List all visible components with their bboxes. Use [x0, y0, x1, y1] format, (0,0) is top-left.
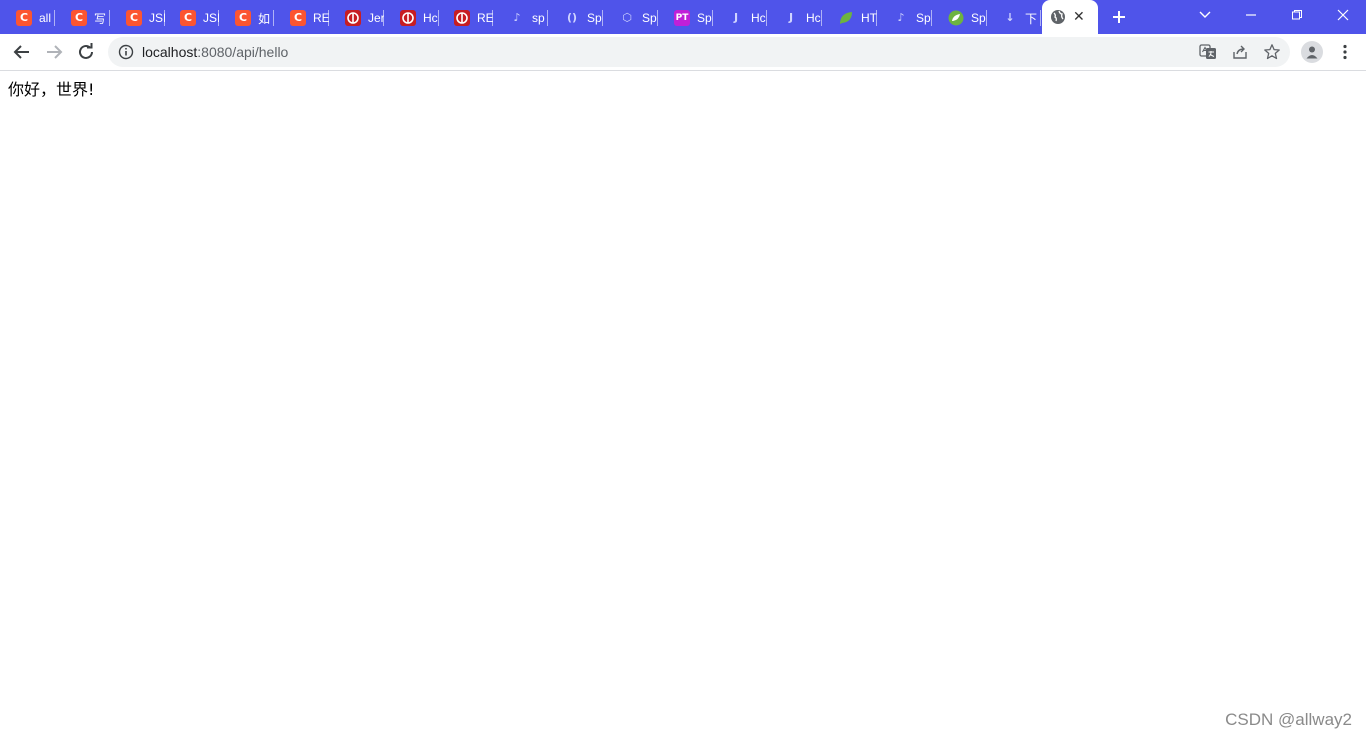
csdn-icon: C	[16, 10, 32, 26]
browser-toolbar: localhost:8080/api/hello	[0, 34, 1366, 71]
tab-title: all	[39, 11, 52, 25]
tab-title: 如	[258, 11, 271, 26]
spring-icon	[948, 10, 964, 26]
tab-14[interactable]: J Hc	[767, 6, 822, 30]
page-body-text: 你好，世界!	[8, 80, 95, 99]
jb-icon: J	[788, 11, 794, 24]
reload-icon	[79, 43, 93, 59]
watermark-text: CSDN @allway2	[1225, 710, 1352, 729]
oschina-icon	[400, 10, 416, 26]
tab-title: RE	[477, 11, 493, 25]
bracket-icon: ()	[566, 11, 578, 24]
csdn-icon: C	[180, 10, 196, 26]
tab-16[interactable]: ♪ Sp	[877, 6, 932, 30]
csdn-icon: C	[71, 10, 87, 26]
tab-3[interactable]: C JSI	[164, 6, 219, 30]
back-arrow-icon	[13, 45, 29, 59]
forward-button[interactable]	[42, 40, 66, 64]
tab-title: 写	[94, 11, 107, 26]
tab-12[interactable]: PT Sp	[658, 6, 713, 30]
tab-13[interactable]: J Hc	[712, 6, 767, 30]
tab-18[interactable]: ↓ 下	[986, 6, 1041, 30]
tab-title: Sp	[642, 11, 657, 25]
new-tab-button[interactable]	[1108, 6, 1130, 28]
tab-15[interactable]: HT	[822, 6, 877, 30]
tab-title: Sp	[587, 11, 602, 25]
globe-icon	[1050, 9, 1066, 25]
csdn-icon: C	[290, 10, 306, 26]
tab-title: Hc	[751, 11, 766, 25]
pt-icon: PT	[674, 10, 690, 26]
reload-button[interactable]	[74, 40, 98, 64]
note-icon: ♪	[897, 11, 905, 24]
tab-search-button[interactable]	[1182, 0, 1228, 30]
tab-strip: Call C 写 C JSI C JSI C 如 C RE Jer Hc RE ♪ sp() Sp ⬡ Sp PT Sp…	[0, 0, 1366, 34]
tab-title: Sp	[916, 11, 931, 25]
tab-5[interactable]: C RE	[274, 6, 329, 30]
oschina-icon	[454, 10, 470, 26]
person-icon	[1306, 46, 1318, 59]
leaf-icon	[838, 10, 854, 26]
tab-4[interactable]: C如	[219, 6, 274, 30]
forward-arrow-icon	[47, 45, 63, 59]
hexagon-icon: ⬡	[622, 11, 632, 24]
oschina-icon	[345, 10, 361, 26]
site-info-icon[interactable]	[118, 44, 134, 60]
translate-icon[interactable]	[1199, 43, 1217, 61]
tab-0[interactable]: Call	[0, 6, 55, 30]
tab-title: HT	[861, 11, 877, 25]
tab-11[interactable]: ⬡ Sp	[603, 6, 658, 30]
tab-title: Hc	[806, 11, 821, 25]
url-path: :8080/api/hello	[197, 44, 289, 60]
tab-17[interactable]: Sp	[932, 6, 987, 30]
tab-8[interactable]: RE	[438, 6, 493, 30]
tab-separator	[1040, 10, 1041, 26]
tab-title: Jer	[368, 11, 384, 25]
tab-title: JSI	[149, 11, 165, 25]
restore-button[interactable]	[1274, 0, 1320, 30]
csdn-icon: C	[126, 10, 142, 26]
back-button[interactable]	[10, 40, 34, 64]
share-icon[interactable]	[1231, 43, 1249, 61]
minimize-button[interactable]	[1228, 0, 1274, 30]
jb-icon: J	[733, 11, 739, 24]
url-host: localhost	[142, 44, 198, 60]
browser-menu-button[interactable]	[1336, 40, 1354, 64]
tab-title: RE	[313, 11, 329, 25]
tab-6[interactable]: Jer	[329, 6, 384, 30]
note-icon: ♪	[513, 11, 521, 24]
tab-title: JSI	[203, 11, 219, 25]
tab-7[interactable]: Hc	[384, 6, 439, 30]
tab-title: Sp	[971, 11, 986, 25]
tab-title: Sp	[697, 11, 712, 25]
close-window-button[interactable]	[1320, 0, 1366, 30]
tab-title: sp	[532, 11, 545, 25]
address-bar[interactable]: localhost:8080/api/hello	[108, 37, 1290, 67]
close-tab-icon[interactable]: ✕	[1073, 9, 1085, 25]
tab-10[interactable]: () Sp	[548, 6, 603, 30]
tab-title: Hc	[423, 11, 438, 25]
url-text[interactable]: localhost:8080/api/hello	[142, 37, 288, 67]
kebab-menu-icon	[1343, 44, 1347, 60]
tab-1[interactable]: C写	[55, 6, 110, 30]
tab-2[interactable]: C JSI	[110, 6, 165, 30]
tab-9[interactable]: ♪ sp	[493, 6, 548, 30]
csdn-icon: C	[235, 10, 251, 26]
bookmark-star-icon[interactable]	[1263, 43, 1281, 61]
tab-title: 下	[1025, 11, 1038, 26]
profile-avatar-button[interactable]	[1301, 41, 1323, 63]
active-tab[interactable]: ✕	[1042, 0, 1098, 34]
download-icon: ↓	[1005, 11, 1015, 24]
